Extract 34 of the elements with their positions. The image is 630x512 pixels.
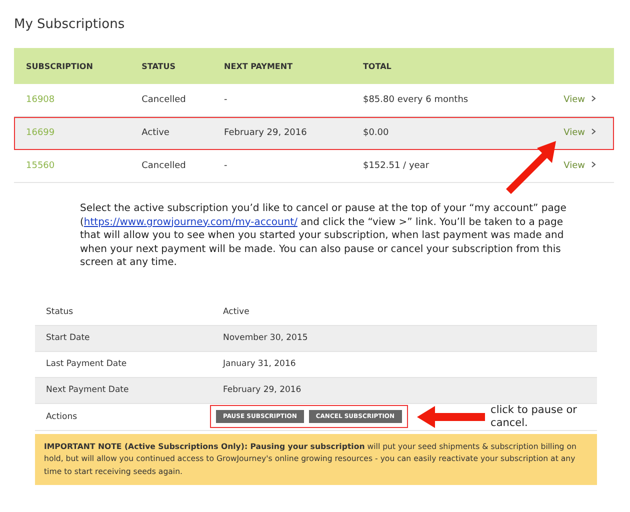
chevron-icon <box>591 95 596 102</box>
table-cell: Next Payment Date <box>35 377 223 403</box>
view-link[interactable]: View <box>564 128 585 138</box>
page-title: My Subscriptions <box>13 16 126 34</box>
table-row[interactable]: 16908 Cancelled - $85.80 every 6 months View <box>14 84 614 116</box>
table-cell: February 29, 2016 <box>223 377 597 403</box>
column-header: TOTAL <box>350 48 523 84</box>
arrow-icon <box>416 406 485 428</box>
chevron-icon <box>591 128 596 135</box>
table-cell: February 29, 2016 <box>212 116 351 150</box>
column-header: NEXT PAYMENT <box>212 48 351 84</box>
account-link[interactable]: https://www.growjourney.com/my-account/ <box>84 216 298 228</box>
table-cell: Cancelled <box>130 84 212 116</box>
table-cell: - <box>212 84 351 116</box>
table-cell: $85.80 every 6 months <box>350 84 523 116</box>
column-header: STATUS <box>130 48 212 84</box>
view-link[interactable]: View <box>564 95 585 105</box>
instruction-paragraph: Select the active subscription you’d like to cancel or pause at the top of your “my account” page (https://www.growjourney.com/my-account/ and click the “view >” link. You’ll be taken to a page that will allow you to see when you started your subscription, when last payment was made and when your next payment will be made. You can also pause or cancel your subscription from this screen at any time. <box>80 202 568 270</box>
table-cell: - <box>212 150 351 182</box>
selected-row[interactable]: 16699 Active February 29, 2016 $0.00 View <box>14 116 614 150</box>
table-cell: Last Payment Date <box>35 351 223 377</box>
table-cell: Cancelled <box>130 150 212 182</box>
table-cell: Status <box>35 300 223 325</box>
table-cell: Active <box>130 116 212 150</box>
chevron-icon <box>591 161 596 168</box>
arrow-icon <box>504 139 557 195</box>
table-cell: Active <box>223 300 597 325</box>
table-cell: $0.00 <box>350 116 523 150</box>
column-header: SUBSCRIPTION <box>14 48 130 84</box>
view-link[interactable]: View <box>564 161 585 171</box>
table-cell: November 30, 2015 <box>223 325 597 351</box>
table-cell: January 31, 2016 <box>223 351 597 377</box>
callout-text: click to pause or cancel. <box>490 404 578 430</box>
table-cell: Start Date <box>35 325 223 351</box>
